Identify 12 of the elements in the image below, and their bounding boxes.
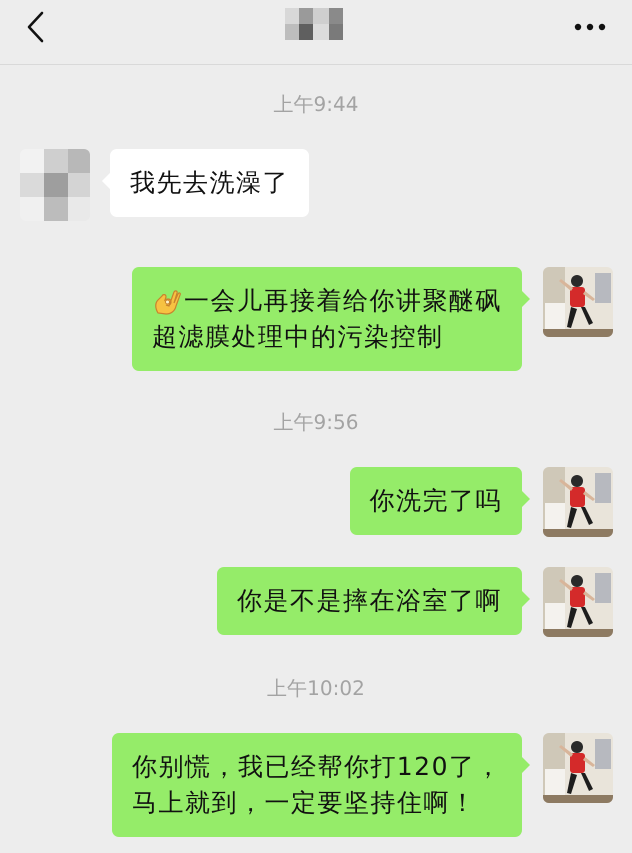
message-text: 我先去洗澡了 [130, 167, 289, 199]
message-text: 一会儿再接着给你讲聚醚砜 [184, 285, 502, 317]
timestamp: 上午9:56 [274, 408, 358, 436]
message-text: 你是不是摔在浴室了啊 [237, 585, 502, 617]
timestamp: 上午10:02 [267, 674, 365, 702]
message-text: 你洗完了吗 [370, 485, 502, 517]
back-icon[interactable] [26, 11, 44, 43]
message-text: 超滤膜处理中的污染控制 [152, 321, 444, 353]
more-icon[interactable] [574, 23, 606, 31]
timestamp: 上午9:44 [274, 90, 358, 118]
message-text: 你别慌，我已经帮你打120了， [132, 751, 502, 783]
message-text: 马上就到，一定要坚持住啊！ [132, 787, 476, 819]
